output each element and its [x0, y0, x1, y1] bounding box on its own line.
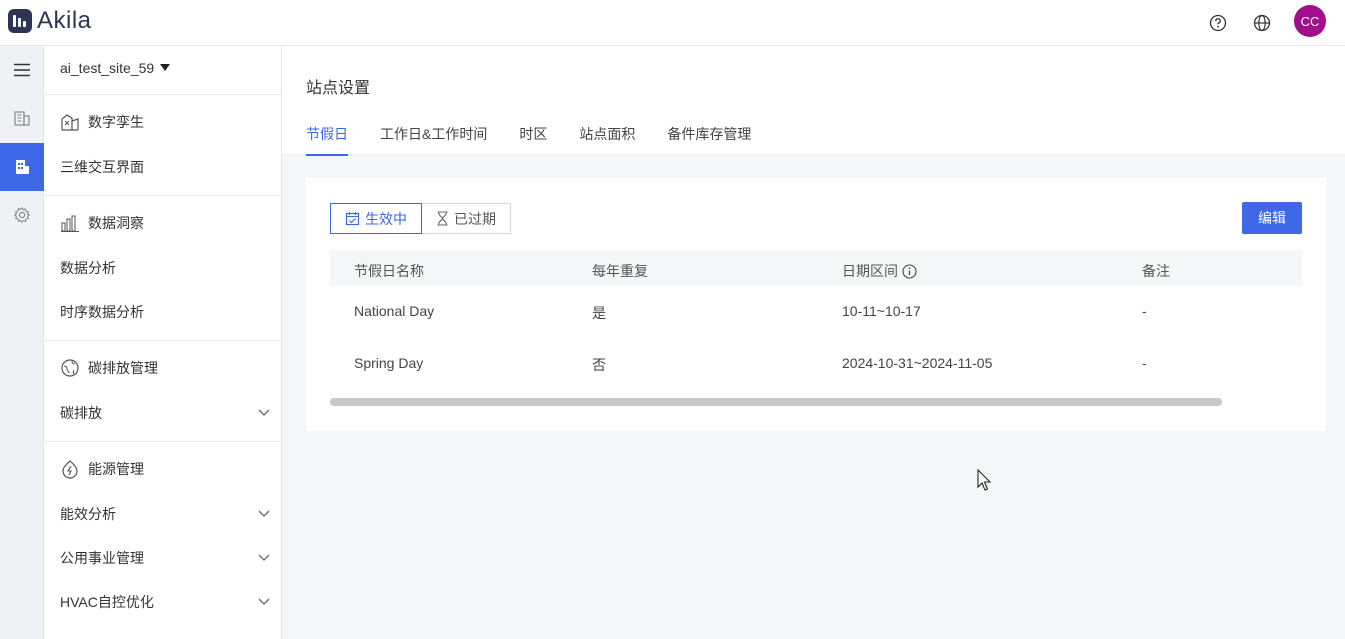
hourglass-icon [437, 211, 448, 226]
digital-twin-icon [61, 114, 79, 131]
tab-site-area[interactable]: 站点面积 [579, 124, 635, 156]
energy-icon [62, 460, 78, 479]
logo-icon [8, 9, 32, 33]
chevron-down-icon [258, 554, 270, 561]
menu-icon [14, 63, 30, 77]
column-header: 备注 [1142, 263, 1170, 279]
table-row[interactable]: Spring Day 否 2024-10-31~2024-11-05 - [330, 338, 1302, 390]
filter-expired-button[interactable]: 已过期 [422, 203, 511, 234]
main-content: 站点设置 节假日 工作日&工作时间 时区 站点面积 备件库存管理 生效中 已过期… [282, 46, 1345, 639]
nav-item-3d-interface[interactable]: 三维交互界面 [60, 157, 270, 177]
user-avatar[interactable]: CC [1294, 5, 1326, 37]
rail-settings[interactable] [0, 191, 44, 239]
chevron-down-icon [258, 510, 270, 517]
tab-holidays[interactable]: 节假日 [306, 124, 348, 156]
caret-down-icon [160, 64, 171, 71]
divider [44, 94, 281, 95]
rail-site[interactable] [0, 143, 44, 191]
bar-chart-icon [61, 215, 79, 232]
top-bar: Akila CC [0, 0, 1345, 46]
divider [44, 340, 281, 341]
side-navigation: ai_test_site_59 数字孪生 三维交互界面 数据洞察 数据分析 时序… [44, 46, 282, 639]
language-button[interactable] [1250, 11, 1274, 35]
chevron-down-icon [258, 409, 270, 416]
column-header: 节假日名称 [354, 263, 424, 279]
divider [44, 441, 281, 442]
remark: - [1142, 355, 1147, 371]
nav-group-data-insight: 数据洞察 [60, 213, 144, 233]
app-logo[interactable]: Akila [8, 9, 92, 33]
rail-portfolio[interactable] [0, 94, 44, 142]
brand-name: Akila [37, 7, 92, 34]
column-header: 每年重复 [592, 263, 648, 279]
column-header-date-range: 日期区间 [842, 261, 917, 281]
building-icon [14, 111, 30, 126]
tab-timezone[interactable]: 时区 [519, 124, 547, 156]
divider [44, 195, 281, 196]
nav-item-utility-management[interactable]: 公用事业管理 [60, 548, 270, 568]
holiday-name: Spring Day [354, 355, 424, 371]
remark: - [1142, 303, 1147, 319]
help-button[interactable] [1206, 11, 1230, 35]
holidays-card: 生效中 已过期 编辑 节假日名称 每年重复 日期区间 备注 National D… [306, 178, 1326, 431]
page-header: 站点设置 节假日 工作日&工作时间 时区 站点面积 备件库存管理 [282, 46, 1345, 156]
gear-icon [13, 206, 31, 224]
chevron-down-icon [258, 598, 270, 605]
nav-group-digital-twin: 数字孪生 [60, 112, 144, 132]
nav-item-hvac-optimization[interactable]: HVAC自控优化 [60, 592, 270, 612]
table-row[interactable]: National Day 是 10-11~10-17 - [330, 286, 1302, 338]
globe-icon [1253, 14, 1271, 32]
question-circle-icon [1209, 14, 1227, 32]
nav-group-energy: 能源管理 [60, 459, 144, 479]
holiday-name: National Day [354, 303, 435, 319]
repeat-yearly: 是 [592, 305, 606, 321]
globe-leaf-icon [61, 359, 79, 377]
filter-active-button[interactable]: 生效中 [330, 203, 422, 234]
nav-item-carbon-emission[interactable]: 碳排放 [60, 403, 270, 423]
icon-rail [0, 46, 44, 639]
settings-tabs: 节假日 工作日&工作时间 时区 站点面积 备件库存管理 [306, 124, 783, 156]
nav-group-carbon: 碳排放管理 [60, 358, 158, 378]
table-header: 节假日名称 每年重复 日期区间 备注 [330, 250, 1302, 286]
calendar-check-icon [345, 212, 360, 226]
status-filter: 生效中 已过期 [330, 203, 511, 234]
nav-item-data-analysis[interactable]: 数据分析 [60, 258, 270, 278]
holidays-table: 节假日名称 每年重复 日期区间 备注 National Day 是 10-11~… [330, 250, 1302, 390]
mouse-cursor-icon [977, 469, 991, 491]
info-icon[interactable] [902, 263, 917, 279]
tab-workdays[interactable]: 工作日&工作时间 [380, 124, 487, 156]
site-icon [16, 160, 29, 174]
repeat-yearly: 否 [592, 357, 606, 373]
edit-button[interactable]: 编辑 [1242, 202, 1302, 234]
nav-item-energy-efficiency[interactable]: 能效分析 [60, 504, 270, 524]
tab-spare-parts[interactable]: 备件库存管理 [667, 124, 751, 156]
menu-toggle-button[interactable] [0, 46, 44, 94]
horizontal-scrollbar[interactable] [330, 398, 1222, 406]
site-name: ai_test_site_59 [60, 60, 155, 76]
date-range: 10-11~10-17 [842, 303, 921, 319]
date-range: 2024-10-31~2024-11-05 [842, 355, 993, 371]
nav-item-timeseries-analysis[interactable]: 时序数据分析 [60, 302, 270, 322]
site-selector[interactable]: ai_test_site_59 [60, 60, 171, 76]
page-title: 站点设置 [306, 80, 371, 97]
